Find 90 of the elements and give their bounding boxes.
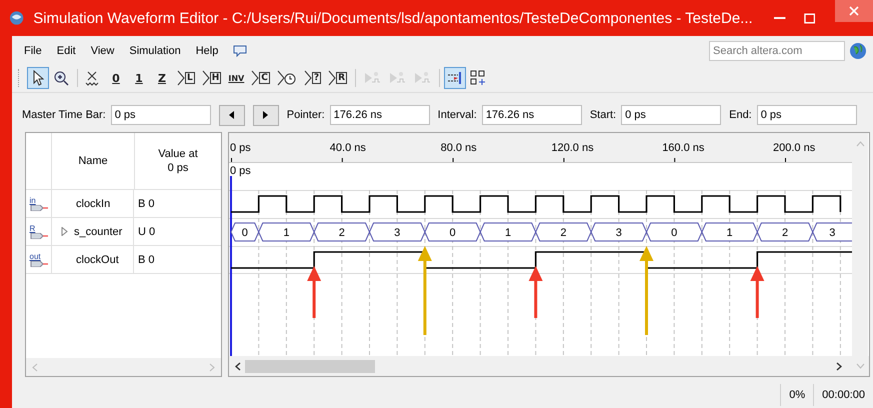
bus-segment [368,222,426,242]
master-time-field[interactable]: 0 ps [110,105,211,125]
value-button[interactable]: C [248,67,273,89]
menu-item[interactable]: View [90,45,114,57]
interval-label: Interval: [438,109,477,121]
signal-value: B 0 [138,198,155,210]
bus-value: 3 [394,227,400,239]
previous-button[interactable] [218,104,245,126]
bus-segment [756,222,814,242]
value-button[interactable]: 1 [128,67,150,89]
menu-item[interactable]: File [24,45,42,57]
bus-value: 2 [338,227,345,239]
start-field[interactable]: 0 ps [621,105,722,125]
bus-value: 0 [671,227,678,239]
value-button[interactable]: R [325,67,350,89]
value-button[interactable]: 0 [105,67,127,89]
snap-icon[interactable] [447,71,464,85]
bus-value: 0 [450,227,456,239]
value-button[interactable]: Z [151,67,173,89]
bus-value: 2 [560,227,566,239]
maximize-icon[interactable] [804,12,815,24]
next-button[interactable] [252,104,279,126]
value-button[interactable]: ? [300,67,324,89]
bus-value: 3 [829,227,836,239]
value-button[interactable]: INV [225,67,248,89]
close-button[interactable] [834,0,873,22]
time-ruler-label: 200.0 ns [773,142,816,154]
time-ruler-label: 160.0 ns [662,142,704,154]
master-time-marker-label: 0 ps [230,165,251,177]
bus-segment [535,222,592,242]
bus-segment [314,222,370,242]
menu-item[interactable]: Simulation [129,45,181,57]
end-field[interactable]: 0 ps [756,105,857,125]
signal-name: s_counter [74,226,122,238]
chevron-icon[interactable] [328,70,336,86]
bus-value: 1 [283,227,290,239]
signal-name: clockIn [76,198,110,210]
pointer-icon[interactable] [32,70,44,86]
start-label: Start: [590,109,616,121]
signal-value: U 0 [138,226,156,238]
menu-item[interactable]: Help [196,45,218,57]
minimize-icon[interactable] [774,16,786,20]
bus-segment [424,222,481,242]
value-button[interactable]: H [198,67,224,89]
column-header: Name [78,155,108,167]
interval-field[interactable]: 176.26 ns [482,105,582,125]
bus-value: 3 [616,227,622,239]
scroll-thumb[interactable] [245,360,375,372]
master-time-label: Master Time Bar: [22,109,106,121]
speech-bubble-icon[interactable] [233,45,248,57]
scroll-right-icon[interactable] [836,362,842,370]
time-ruler-label: 0 ps [230,142,251,154]
value-button[interactable]: L [174,67,198,89]
time-ruler-label: 120.0 ns [551,142,594,154]
bus-segment [480,222,536,242]
column-header: Value at 0 ps [158,147,198,175]
time-ruler-label: 40.0 ns [330,142,366,154]
right-triangle-icon[interactable] [263,111,268,119]
app-icon [9,10,24,26]
pointer-field[interactable]: 176.26 ns [330,105,430,125]
bus-segment [701,222,758,242]
scroll-left-icon[interactable] [235,362,241,370]
end-label: End: [729,109,752,121]
search-field[interactable]: Search altera.com [709,41,845,61]
progress-text: 0% [780,384,814,406]
snap-button[interactable] [444,67,466,89]
bus-value: 2 [782,227,788,239]
chevron-icon[interactable] [202,70,210,86]
window-title: Simulation Waveform Editor - C:/Users/Rui/Documents/lsd/apontamentos/TesteDeComponentes - TesteDe... [33,10,754,26]
left-triangle-icon[interactable] [229,111,234,119]
chevron-icon[interactable] [304,70,312,86]
globe-icon[interactable] [849,42,867,60]
chevron-icon[interactable] [177,70,185,86]
elapsed-time: 00:00:00 [813,384,873,406]
vertical-scrollbar[interactable] [852,133,868,356]
bus-segment [646,222,702,242]
pointer-label: Pointer: [286,109,325,121]
bus-value: 1 [504,227,512,239]
close-icon[interactable] [848,6,859,16]
bus-segment [590,222,648,242]
chevron-icon[interactable] [251,70,260,86]
time-ruler-label: 80.0 ns [440,142,477,154]
bus-value: 1 [726,227,733,239]
bus-value: 0 [242,227,248,239]
expand-icon[interactable] [61,227,68,236]
signal-value: B 0 [138,254,155,266]
signal-name: clockOut [76,254,119,266]
bus-segment [812,222,852,242]
menu-item[interactable]: Edit [56,45,76,57]
pointer-tool-button[interactable] [27,67,49,89]
